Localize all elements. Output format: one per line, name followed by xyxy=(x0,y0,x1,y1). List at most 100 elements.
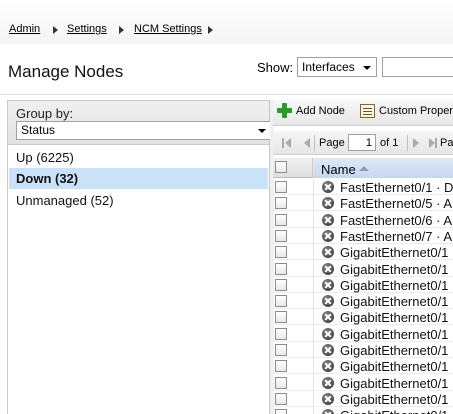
row-name[interactable]: GigabitEthernet0/1 xyxy=(340,359,448,374)
row-name[interactable]: GigabitEthernet0/1 xyxy=(340,392,448,407)
row-checkbox[interactable] xyxy=(275,392,287,405)
table-row[interactable]: GigabitEthernet0/1 xyxy=(273,407,453,414)
column-divider xyxy=(313,342,314,358)
page-number-input[interactable]: 1 xyxy=(348,134,376,151)
group-item-unmanaged[interactable]: Unmanaged (52) xyxy=(9,190,268,211)
status-down-icon xyxy=(322,311,334,324)
last-page-icon[interactable] xyxy=(435,138,437,148)
add-icon xyxy=(277,103,292,118)
column-divider xyxy=(313,244,314,261)
add-node-button[interactable]: Add Node xyxy=(296,105,345,117)
name-column-label: Name xyxy=(321,162,356,177)
properties-icon xyxy=(360,104,375,118)
row-checkbox[interactable] xyxy=(275,344,287,356)
row-checkbox[interactable] xyxy=(275,197,287,210)
row-checkbox[interactable] xyxy=(275,311,287,324)
group-by-header: Group by: Status xyxy=(8,101,274,145)
status-down-icon xyxy=(322,213,334,226)
search-input[interactable] xyxy=(382,57,453,77)
chevron-down-icon xyxy=(258,129,266,133)
sort-ascending-icon xyxy=(359,166,369,171)
column-divider xyxy=(313,195,314,212)
table-row[interactable]: GigabitEthernet0/1 xyxy=(273,276,453,293)
row-checkbox[interactable] xyxy=(275,295,287,308)
breadcrumb-ncm-settings[interactable]: NCM Settings xyxy=(134,23,202,35)
pager-separator xyxy=(407,135,408,151)
table-row[interactable]: GigabitEthernet0/1 xyxy=(273,374,453,391)
table-row[interactable]: FastEthernet0/5 · A xyxy=(273,195,453,212)
row-checkbox[interactable] xyxy=(275,376,287,389)
status-down-icon xyxy=(322,344,334,356)
column-divider xyxy=(313,374,314,391)
row-checkbox[interactable] xyxy=(275,229,287,242)
row-name[interactable]: GigabitEthernet0/1 xyxy=(340,294,448,309)
status-down-icon xyxy=(322,392,334,405)
table-row[interactable]: FastEthernet0/6 · A xyxy=(273,211,453,228)
group-by-dropdown[interactable]: Status xyxy=(16,121,274,140)
breadcrumb-settings[interactable]: Settings xyxy=(67,23,107,35)
row-name[interactable]: FastEthernet0/5 · A xyxy=(340,196,452,211)
row-checkbox[interactable] xyxy=(275,262,287,275)
group-item-down[interactable]: Down (32) xyxy=(9,168,268,189)
first-page-arrow-icon[interactable] xyxy=(285,138,291,148)
row-checkbox[interactable] xyxy=(275,181,287,193)
status-down-icon xyxy=(322,409,334,414)
table-row[interactable]: GigabitEthernet0/1 xyxy=(273,244,453,261)
row-name[interactable]: GigabitEthernet0/1 xyxy=(340,408,448,414)
show-dropdown[interactable]: Interfaces xyxy=(297,57,377,77)
table-row[interactable]: GigabitEthernet0/1 xyxy=(273,358,453,375)
column-divider xyxy=(313,276,314,293)
group-item-up[interactable]: Up (6225) xyxy=(9,147,268,168)
table-row[interactable]: FastEthernet0/1 · D xyxy=(273,179,453,195)
group-panel: Group by: Status Up (6225) Down (32) Unm… xyxy=(7,100,274,414)
name-column-header[interactable]: Name xyxy=(314,158,453,178)
table-row[interactable]: GigabitEthernet0/1 xyxy=(273,293,453,310)
column-divider xyxy=(313,260,314,277)
custom-properties-button[interactable]: Custom Propert xyxy=(379,105,453,117)
row-name[interactable]: FastEthernet0/1 · D xyxy=(340,180,453,195)
row-name[interactable]: GigabitEthernet0/1 xyxy=(340,310,448,325)
group-by-value: Status xyxy=(21,123,56,137)
first-page-icon[interactable] xyxy=(282,138,284,148)
table-row[interactable]: GigabitEthernet0/1 xyxy=(273,325,453,342)
column-divider xyxy=(313,358,314,375)
row-checkbox[interactable] xyxy=(275,213,287,226)
row-checkbox[interactable] xyxy=(275,246,287,259)
table-row[interactable]: GigabitEthernet0/1 xyxy=(273,309,453,326)
show-label: Show: xyxy=(257,60,294,75)
next-page-icon[interactable] xyxy=(413,138,419,148)
breadcrumb-separator-icon xyxy=(208,26,213,34)
status-down-icon xyxy=(322,197,334,210)
select-all-column xyxy=(273,158,313,178)
row-name[interactable]: GigabitEthernet0/1 xyxy=(340,245,448,260)
table-row[interactable]: GigabitEthernet0/1 xyxy=(273,390,453,407)
row-name[interactable]: GigabitEthernet0/1 xyxy=(340,327,448,342)
column-divider xyxy=(313,227,314,244)
row-checkbox[interactable] xyxy=(275,278,287,291)
row-name[interactable]: FastEthernet0/7 · A xyxy=(340,229,452,244)
row-name[interactable]: GigabitEthernet0/1 xyxy=(340,376,448,391)
status-down-icon xyxy=(322,360,334,373)
select-all-checkbox[interactable] xyxy=(275,161,287,173)
show-dropdown-value: Interfaces xyxy=(302,60,355,74)
page-title: Manage Nodes xyxy=(8,62,124,81)
column-divider xyxy=(313,390,314,407)
row-checkbox[interactable] xyxy=(275,409,287,414)
breadcrumb-admin[interactable]: Admin xyxy=(9,23,40,35)
status-down-icon xyxy=(322,229,334,242)
row-checkbox[interactable] xyxy=(275,360,287,373)
prev-page-icon[interactable] xyxy=(304,138,310,148)
row-checkbox[interactable] xyxy=(275,327,287,340)
column-divider xyxy=(313,325,314,342)
row-name[interactable]: FastEthernet0/6 · A xyxy=(340,213,452,228)
page-size-label: Pa xyxy=(440,137,453,149)
table-row[interactable]: FastEthernet0/7 · A xyxy=(273,227,453,244)
column-divider xyxy=(313,309,314,326)
row-name[interactable]: GigabitEthernet0/1 xyxy=(340,262,448,277)
row-name[interactable]: GigabitEthernet0/1 xyxy=(340,343,448,358)
table-row[interactable]: GigabitEthernet0/1 xyxy=(273,342,453,358)
status-down-icon xyxy=(322,181,334,193)
status-down-icon xyxy=(322,262,334,275)
row-name[interactable]: GigabitEthernet0/1 xyxy=(340,278,448,293)
table-row[interactable]: GigabitEthernet0/1 xyxy=(273,260,453,277)
